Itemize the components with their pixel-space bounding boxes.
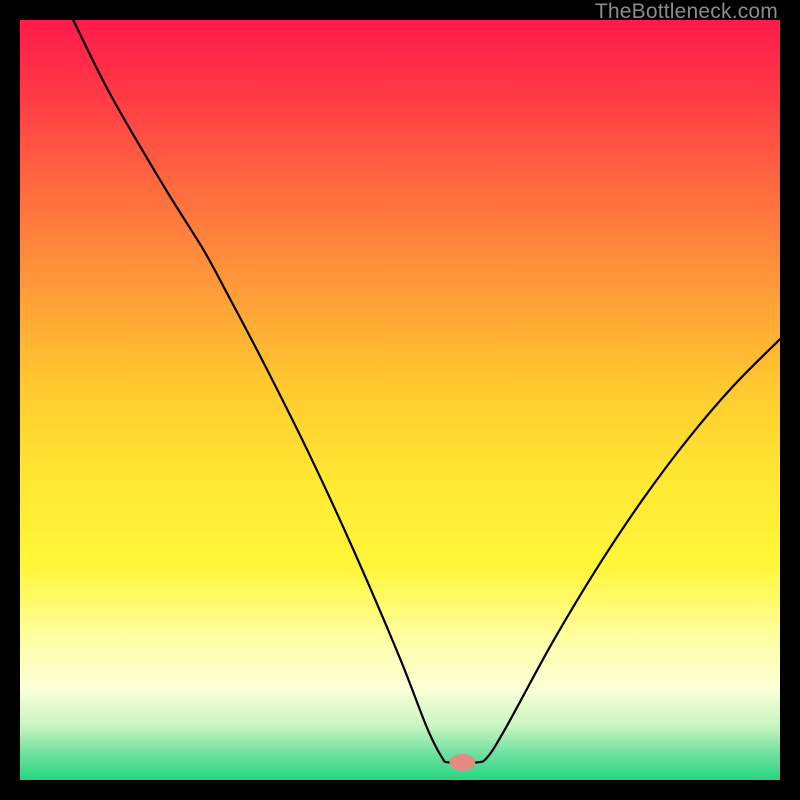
watermark-text: TheBottleneck.com [595, 0, 778, 24]
bottleneck-chart [20, 20, 780, 780]
chart-frame [20, 20, 780, 780]
optimum-marker [449, 754, 475, 771]
